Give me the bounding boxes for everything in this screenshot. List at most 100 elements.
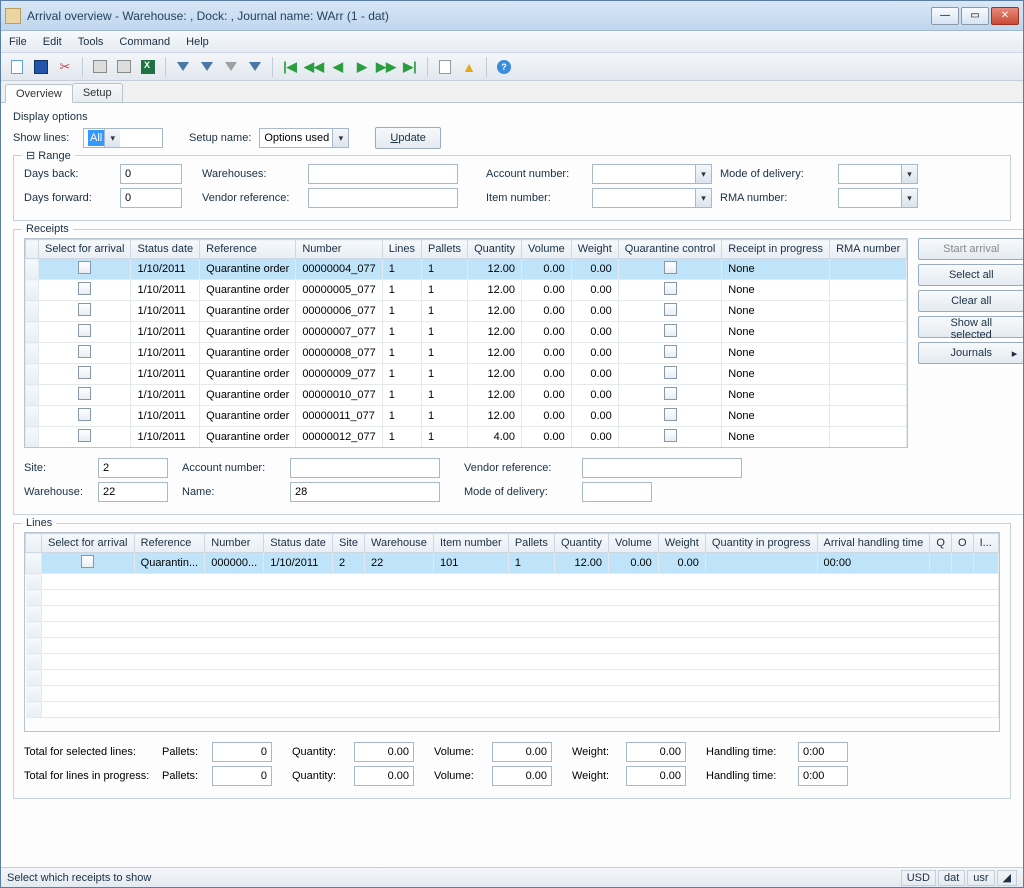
checkbox-icon[interactable]	[78, 282, 91, 295]
account-input[interactable]	[290, 458, 440, 478]
column-header[interactable]: Q	[930, 534, 952, 553]
table-row[interactable]: 1/10/2011Quarantine order00000004_07711 …	[26, 259, 907, 280]
print-icon[interactable]	[90, 57, 110, 77]
warehouse-input[interactable]	[98, 482, 168, 502]
table-row[interactable]: 1/10/2011Quarantine order00000010_07711 …	[26, 385, 907, 406]
checkbox-icon[interactable]	[664, 282, 677, 295]
days-back-input[interactable]	[120, 164, 182, 184]
minimize-button[interactable]: —	[931, 7, 959, 25]
checkbox-icon[interactable]	[664, 366, 677, 379]
checkbox-icon[interactable]	[664, 387, 677, 400]
checkbox-icon[interactable]	[664, 261, 677, 274]
name-input[interactable]	[290, 482, 440, 502]
checkbox-icon[interactable]	[664, 324, 677, 337]
column-header[interactable]: Select for arrival	[39, 240, 131, 259]
rma-combo[interactable]: ▾	[838, 188, 918, 208]
filter-by-sel-icon[interactable]	[197, 57, 217, 77]
checkbox-icon[interactable]	[78, 303, 91, 316]
checkbox-icon[interactable]	[78, 261, 91, 274]
first-icon[interactable]: |◀	[280, 57, 300, 77]
column-header[interactable]: I...	[973, 534, 998, 553]
last-icon[interactable]: ▶|	[400, 57, 420, 77]
column-header[interactable]: Reference	[200, 240, 296, 259]
receipts-grid[interactable]: Select for arrivalStatus dateReferenceNu…	[24, 238, 908, 448]
tab-overview[interactable]: Overview	[5, 84, 73, 103]
menu-edit[interactable]: Edit	[43, 36, 62, 48]
table-row[interactable]: 1/10/2011Quarantine order00000005_07711 …	[26, 280, 907, 301]
column-header[interactable]: Weight	[658, 534, 705, 553]
new-icon[interactable]	[7, 57, 27, 77]
checkbox-icon[interactable]	[664, 303, 677, 316]
excel-icon[interactable]	[138, 57, 158, 77]
show-lines-combo[interactable]: All ▾	[83, 128, 163, 148]
column-header[interactable]: Pallets	[422, 240, 468, 259]
column-header[interactable]: Number	[205, 534, 264, 553]
update-button[interactable]: Update	[375, 127, 440, 149]
column-header[interactable]: Item number	[433, 534, 508, 553]
next-page-icon[interactable]: ▶▶	[376, 57, 396, 77]
start-arrival-button[interactable]: Start arrival	[918, 238, 1023, 260]
checkbox-icon[interactable]	[78, 408, 91, 421]
prev-icon[interactable]: ◀	[328, 57, 348, 77]
column-header[interactable]: Site	[332, 534, 364, 553]
checkbox-icon[interactable]	[81, 555, 94, 568]
column-header[interactable]: Arrival handling time	[817, 534, 930, 553]
clear-all-button[interactable]: Clear all	[918, 290, 1023, 312]
mode-combo[interactable]: ▾	[838, 164, 918, 184]
vendor-input2[interactable]	[582, 458, 742, 478]
save-icon[interactable]	[31, 57, 51, 77]
checkbox-icon[interactable]	[78, 324, 91, 337]
next-icon[interactable]: ▶	[352, 57, 372, 77]
maximize-button[interactable]: ▭	[961, 7, 989, 25]
checkbox-icon[interactable]	[664, 429, 677, 442]
item-number-combo[interactable]: ▾	[592, 188, 712, 208]
setup-name-combo[interactable]: Options used ▾	[259, 128, 349, 148]
menu-file[interactable]: File	[9, 36, 27, 48]
column-header[interactable]: Quantity in progress	[705, 534, 817, 553]
status-resize-icon[interactable]: ◢	[997, 870, 1017, 886]
menu-command[interactable]: Command	[119, 36, 170, 48]
column-header[interactable]: Weight	[571, 240, 618, 259]
column-header[interactable]: Volume	[522, 240, 572, 259]
print-preview-icon[interactable]	[114, 57, 134, 77]
table-row[interactable]: 1/10/2011Quarantine order00000006_07711 …	[26, 301, 907, 322]
mode-input2[interactable]	[582, 482, 652, 502]
checkbox-icon[interactable]	[664, 345, 677, 358]
account-number-combo[interactable]: ▾	[592, 164, 712, 184]
column-header[interactable]: Quarantine control	[618, 240, 722, 259]
help-icon[interactable]: ?	[494, 57, 514, 77]
checkbox-icon[interactable]	[78, 366, 91, 379]
table-row[interactable]: 1/10/2011Quarantine order00000008_07711 …	[26, 343, 907, 364]
checkbox-icon[interactable]	[664, 408, 677, 421]
days-forward-input[interactable]	[120, 188, 182, 208]
column-header[interactable]: Warehouse	[365, 534, 434, 553]
column-header[interactable]: Lines	[382, 240, 421, 259]
table-row[interactable]: 1/10/2011Quarantine order00000012_07711 …	[26, 427, 907, 448]
lines-grid[interactable]: Select for arrivalReferenceNumberStatus …	[24, 532, 1000, 732]
menu-tools[interactable]: Tools	[78, 36, 104, 48]
column-header[interactable]: RMA number	[830, 240, 907, 259]
site-input[interactable]	[98, 458, 168, 478]
checkbox-icon[interactable]	[78, 345, 91, 358]
column-header[interactable]: Volume	[609, 534, 659, 553]
column-header[interactable]: Number	[296, 240, 382, 259]
filter-adv-icon[interactable]	[245, 57, 265, 77]
table-row[interactable]: 1/10/2011Quarantine order00000011_07711 …	[26, 406, 907, 427]
column-header[interactable]: Status date	[264, 534, 333, 553]
document-icon[interactable]	[435, 57, 455, 77]
table-row[interactable]: 1/10/2011Quarantine order00000007_07711 …	[26, 322, 907, 343]
column-header[interactable]: Reference	[134, 534, 205, 553]
filter-clear-icon[interactable]	[221, 57, 241, 77]
column-header[interactable]: Pallets	[508, 534, 554, 553]
journals-button[interactable]: Journals▸	[918, 342, 1023, 364]
warning-icon[interactable]: ▲	[459, 57, 479, 77]
tab-setup[interactable]: Setup	[72, 83, 123, 102]
table-row[interactable]: Quarantin...000000...1/10/2011222101 112…	[26, 553, 999, 574]
column-header[interactable]: O	[951, 534, 973, 553]
warehouses-input[interactable]	[308, 164, 458, 184]
filter-icon[interactable]	[173, 57, 193, 77]
column-header[interactable]: Status date	[131, 240, 200, 259]
menu-help[interactable]: Help	[186, 36, 209, 48]
checkbox-icon[interactable]	[78, 429, 91, 442]
column-header[interactable]: Select for arrival	[42, 534, 135, 553]
